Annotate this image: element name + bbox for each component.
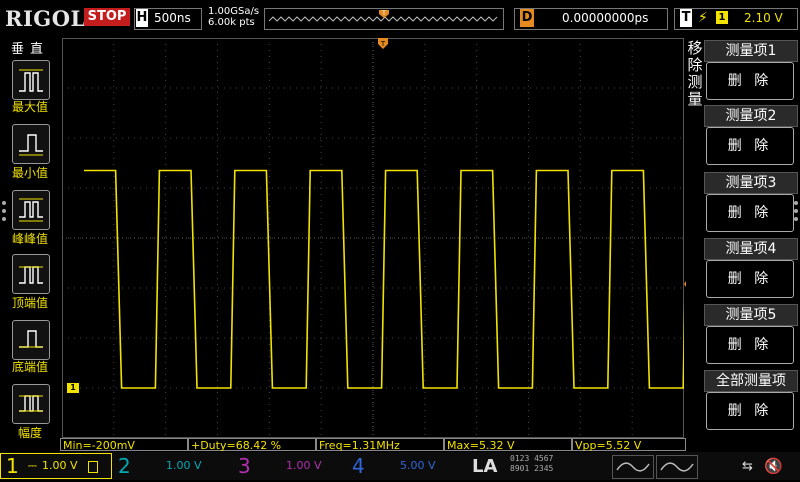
menu-title-char: 移 <box>687 39 703 57</box>
measure-base-label: 底端值 <box>11 360 48 374</box>
delete-measure-5-button[interactable]: 删 除 <box>706 326 794 364</box>
channel-1-scale: 1.00 V <box>42 459 78 472</box>
page-dot <box>794 209 798 213</box>
measure-3-title: 测量项3 <box>704 172 798 194</box>
page-dot <box>2 209 6 213</box>
logic-channel-digits: 0123 4567 8901 2345 <box>510 455 553 473</box>
svg-text:T: T <box>381 10 386 17</box>
sample-rate: 1.00GSa/s <box>208 6 260 17</box>
generator-2-button[interactable] <box>656 455 698 479</box>
channel-2-scale[interactable]: 1.00 V <box>166 456 202 476</box>
logic-digits-row: 8901 2345 <box>510 464 554 473</box>
measure-5-title: 测量项5 <box>704 304 798 326</box>
trigger-label: T <box>680 9 692 27</box>
measure-1-title: 测量项1 <box>704 40 798 62</box>
remove-measure-5-group: 测量项5 删 除 <box>704 304 798 364</box>
delete-measure-4-button[interactable]: 删 除 <box>706 260 794 298</box>
measure-4-title: 测量项4 <box>704 238 798 260</box>
pulse-base-icon <box>19 330 43 348</box>
channel-1-number: 1 <box>6 454 19 478</box>
pulse-max-icon <box>19 69 43 92</box>
measurement-vpp[interactable]: Vpp=5.52 V <box>572 438 686 452</box>
menu-title-char: 除 <box>687 56 703 74</box>
menu-title-char: 测 <box>687 73 703 91</box>
speaker-mute-icon[interactable]: 🔇 <box>764 457 783 475</box>
remove-measure-3-group: 测量项3 删 除 <box>704 172 798 232</box>
measurement-freq[interactable]: Freq=1.31MHz <box>316 438 444 452</box>
memory-depth: 6.00k pts <box>208 17 255 28</box>
memory-position-strip[interactable]: T <box>264 8 504 30</box>
trigger-level: 2.10 V <box>744 11 783 25</box>
delay-value: 0.00000000ps <box>562 11 649 25</box>
measure-max-label: 最大值 <box>11 100 48 114</box>
channel-2-number[interactable]: 2 <box>118 453 131 479</box>
remove-measure-1-group: 测量项1 删 除 <box>704 40 798 100</box>
rising-edge-icon: ⚡ <box>698 10 708 26</box>
measure-pk-pk-button[interactable] <box>12 190 50 230</box>
trigger-source: 1 <box>716 11 728 24</box>
remove-measure-4-group: 测量项4 删 除 <box>704 238 798 298</box>
logic-digits-row: 0123 4567 <box>510 454 554 463</box>
horizontal-label: H <box>136 9 148 27</box>
measure-min-button[interactable] <box>12 124 50 164</box>
remove-measure-2-group: 测量项2 删 除 <box>704 105 798 165</box>
page-dot <box>2 201 6 205</box>
channel-1-bandwidth-icon <box>88 461 98 473</box>
page-dot <box>794 201 798 205</box>
usb-icon: ⇆ <box>742 459 753 474</box>
delete-measure-3-button[interactable]: 删 除 <box>706 194 794 232</box>
measure-top-button[interactable] <box>12 254 50 294</box>
measure-min-label: 最小值 <box>11 166 48 180</box>
channel-3-number[interactable]: 3 <box>238 453 251 479</box>
timebase-value: 500ns <box>154 11 191 25</box>
measure-top-label: 顶端值 <box>11 296 48 310</box>
page-dot <box>2 217 6 221</box>
channel-1-coupling-icon: ⎓ <box>28 459 37 472</box>
pulse-min-icon <box>19 134 43 156</box>
acquisition-info: 1.00GSa/s 6.00k pts <box>208 6 259 28</box>
generator-1-button[interactable] <box>612 455 654 479</box>
run-stop-status[interactable]: STOP <box>84 8 130 26</box>
all-measures-title: 全部测量项 <box>704 370 798 392</box>
measure-amplitude-label: 幅度 <box>17 426 42 440</box>
delete-all-measures-button[interactable]: 删 除 <box>706 392 794 430</box>
waveform-display[interactable]: T <box>62 38 684 438</box>
measure-amplitude-button[interactable] <box>12 384 50 424</box>
pulse-top-icon <box>19 266 43 284</box>
left-panel-title: 垂直 <box>10 42 49 57</box>
sine-wave-icon <box>616 462 650 472</box>
channel-4-number[interactable]: 4 <box>352 453 365 479</box>
measurement-duty[interactable]: +Duty=68.42 % <box>188 438 316 452</box>
memory-waveform-icon: T <box>268 10 498 22</box>
logic-analyzer-button[interactable]: LA <box>472 455 497 479</box>
sine-wave-icon <box>660 462 694 472</box>
measurement-max[interactable]: Max=5.32 V <box>444 438 572 452</box>
brand-logo: RIGOL <box>5 6 86 31</box>
measure-max-button[interactable] <box>12 60 50 100</box>
menu-title-vertical: 移 除 测 量 <box>686 40 704 108</box>
measure-2-title: 测量项2 <box>704 105 798 127</box>
measure-pk-pk-label: 峰峰值 <box>11 232 48 246</box>
page-dot <box>794 217 798 221</box>
pulse-amplitude-icon <box>19 395 43 412</box>
channel-3-scale[interactable]: 1.00 V <box>286 456 322 476</box>
remove-all-measures-group: 全部测量项 删 除 <box>704 370 798 430</box>
delete-measure-2-button[interactable]: 删 除 <box>706 127 794 165</box>
delay-label: D <box>520 9 534 27</box>
measure-base-button[interactable] <box>12 320 50 360</box>
svg-text:T: T <box>380 40 386 48</box>
delete-measure-1-button[interactable]: 删 除 <box>706 62 794 100</box>
measurement-min[interactable]: Min=-200mV <box>60 438 188 452</box>
menu-title-char: 量 <box>687 90 703 108</box>
pulse-peak-peak-icon <box>19 198 43 222</box>
channel-4-scale[interactable]: 5.00 V <box>400 456 436 476</box>
